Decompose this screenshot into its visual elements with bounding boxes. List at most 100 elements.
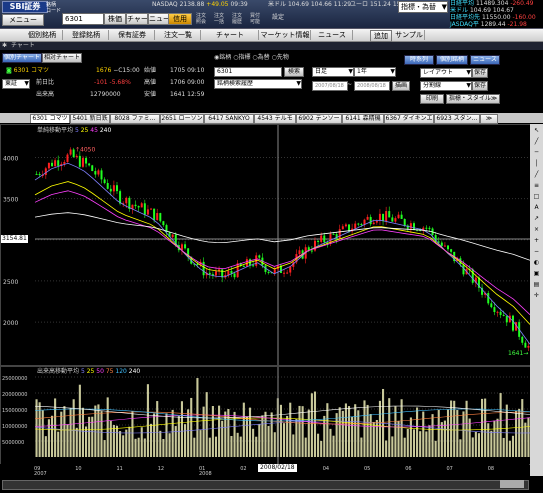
stock-tab[interactable]: 6141 森精機 <box>342 114 384 124</box>
stock-tab[interactable]: 6417 SANKYO <box>204 114 254 124</box>
add-button[interactable]: 追加 <box>370 30 392 42</box>
print-button[interactable]: 印刷 <box>420 94 444 104</box>
volume-bar <box>199 430 202 457</box>
radio-index[interactable]: ○指標 <box>233 54 250 61</box>
scroll-track[interactable] <box>2 480 529 490</box>
zoom-in-icon[interactable]: + <box>531 236 542 245</box>
menu-button[interactable]: メニュー <box>2 14 44 26</box>
menu-item-holdings[interactable]: 保有証券 <box>110 30 155 40</box>
sample-tab[interactable]: サンプル <box>394 30 425 40</box>
crosshair-icon[interactable]: ✛ <box>531 291 542 300</box>
order-history-button[interactable]: 注文 履歴 <box>232 13 248 25</box>
channel-icon[interactable]: ╱ <box>531 170 542 179</box>
time-series-button[interactable]: 時系列 <box>404 55 434 65</box>
volume-bar <box>347 406 351 457</box>
volume-bar <box>224 411 227 457</box>
search-button[interactable]: 検索 <box>284 67 304 77</box>
index-dropdown[interactable]: 指標・為替 ▼ <box>398 1 448 13</box>
stock-tab[interactable]: 4543 テルモ <box>254 114 296 124</box>
order-inquiry-button[interactable]: 注文 照会 <box>196 13 212 25</box>
chart-scrollbar[interactable] <box>0 477 543 493</box>
menu-item-market[interactable]: マーケット情報 <box>260 30 311 40</box>
credit-button[interactable]: 信用 <box>168 13 192 25</box>
draw-button[interactable]: 描画 <box>392 81 410 91</box>
trash-icon[interactable]: ▤ <box>531 280 542 289</box>
candle-body <box>493 307 496 313</box>
history-select[interactable]: 銘柄検索履歴 ▼ <box>214 79 302 89</box>
menu-item-chart[interactable]: チャート <box>202 30 259 40</box>
scroll-thumb[interactable] <box>500 480 524 488</box>
volume-bar <box>106 397 109 457</box>
menu-item-registered[interactable]: 登録銘柄 <box>64 30 109 40</box>
candle-body <box>156 213 159 221</box>
zoom-out-icon[interactable]: − <box>531 247 542 256</box>
volume-chart[interactable]: 25000000 20000000 15000000 10000000 5000000 … <box>0 366 531 465</box>
settings-button[interactable]: 設定 <box>272 14 288 22</box>
scroll-tabs-icon[interactable]: ≫ <box>480 114 498 124</box>
price-value: 1676 <box>96 67 112 74</box>
volume-bar <box>388 398 391 457</box>
menu-item-orders[interactable]: 注文一覧 <box>156 30 201 40</box>
buying-power-button[interactable]: 買付 可能 <box>250 13 268 25</box>
stock-price-button[interactable]: 株価 <box>104 13 126 25</box>
code-input[interactable]: 6301 <box>62 13 104 25</box>
market-select[interactable]: 東証 ▼ <box>2 79 30 89</box>
date-from-input[interactable]: 2007/08/18 <box>312 81 348 91</box>
layout-select[interactable]: レイアウト ▼ <box>420 68 472 78</box>
individual-stock-button[interactable]: 個別銘柄 <box>436 55 468 65</box>
range-select[interactable]: 1年 ▼ <box>354 67 396 77</box>
price-chart[interactable]: 40003500300025002000↑40501641→ 単純移動平均 5 … <box>0 124 531 366</box>
menu-item-individual[interactable]: 個別銘柄 <box>22 30 63 40</box>
gear-icon[interactable]: ✱ <box>0 42 9 49</box>
index-row: JASDAQ平 1289.44 -21.98 <box>450 21 543 28</box>
candle-body <box>385 211 388 222</box>
tab-compare-chart[interactable]: 相対チャート <box>42 53 82 63</box>
candle-body <box>221 269 224 278</box>
radio-fx[interactable]: ○為替 <box>252 54 269 61</box>
index-name: 日経平均 <box>450 0 475 7</box>
stock-tab[interactable]: 2651 ローソン <box>160 114 204 124</box>
line-tool-icon[interactable]: ╱ <box>531 137 542 146</box>
ticker-name: 米ドル <box>268 1 287 8</box>
split-save-button[interactable]: 保存 <box>472 81 488 91</box>
vertical-line-icon[interactable]: │ <box>531 159 542 168</box>
date-to-input[interactable]: 2008/08/18 <box>354 81 390 91</box>
menu-item-news[interactable]: ニュース <box>312 30 353 40</box>
volume-bar <box>97 404 100 457</box>
text-tool-icon[interactable]: A <box>531 203 542 212</box>
horizontal-line-icon[interactable]: ─ <box>531 148 542 157</box>
stock-tab[interactable]: 8028 ファミ… <box>110 114 160 124</box>
candle-body <box>369 216 372 225</box>
candle-body <box>134 204 137 207</box>
eraser-icon[interactable]: × <box>531 225 542 234</box>
radio-futures[interactable]: ○先物 <box>272 54 289 61</box>
news-button[interactable]: ニュース <box>470 55 500 65</box>
stock-tab[interactable]: 6902 デンソー <box>296 114 342 124</box>
arrow-icon[interactable]: ↗ <box>531 214 542 223</box>
split-select[interactable]: 分割線 ▼ <box>420 81 472 91</box>
volume-bar <box>159 430 162 457</box>
index-name: 日経平均先 <box>450 14 481 21</box>
y-tick-label: 5000000 <box>2 440 24 446</box>
layout-save-button[interactable]: 保存 <box>472 68 488 78</box>
ticker-time: 09:39 <box>230 1 248 8</box>
indicator-style-button[interactable]: 指標・スタイル≫ <box>446 94 500 104</box>
search-code-input[interactable]: 6301 <box>214 67 282 77</box>
period-select[interactable]: 日足 ▼ <box>312 67 354 77</box>
chart-button[interactable]: チャート <box>126 13 148 25</box>
stock-tab[interactable]: 6301 コマツ <box>30 114 70 123</box>
fibonacci-icon[interactable]: ≡ <box>531 181 542 190</box>
stock-tab[interactable]: 5401 新日鉄 <box>70 114 110 124</box>
order-batch-button[interactable]: 注文 一括 <box>214 13 230 25</box>
candle-body <box>440 242 443 246</box>
lock-icon[interactable]: ▣ <box>531 269 542 278</box>
radio-stock[interactable]: ◉銘柄 <box>214 54 231 61</box>
volume-bar <box>283 423 286 457</box>
stock-tab[interactable]: 6923 スタン… <box>434 114 480 124</box>
rectangle-icon[interactable]: □ <box>531 192 542 201</box>
tab-individual-chart[interactable]: 個別チャート <box>2 53 42 63</box>
volume-bar <box>165 413 168 457</box>
stock-tab[interactable]: 6367 ダイキンエ <box>384 114 434 124</box>
pointer-icon[interactable]: ↖ <box>531 126 542 135</box>
magnet-icon[interactable]: ◐ <box>531 258 542 267</box>
